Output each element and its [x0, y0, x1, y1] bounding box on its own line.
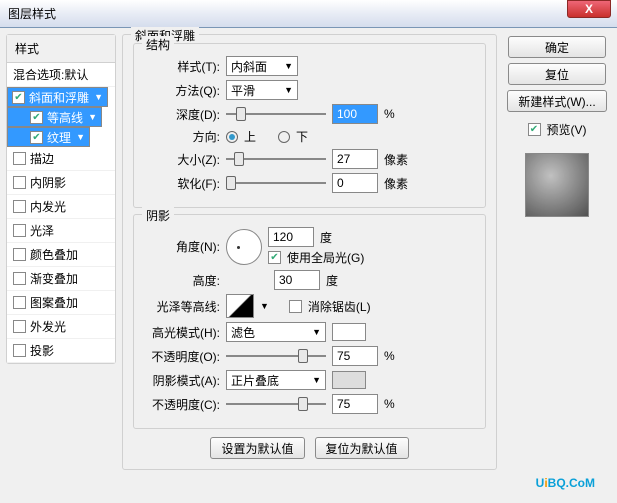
ok-button[interactable]: 确定 [508, 36, 606, 58]
direction-up-radio[interactable] [226, 131, 238, 143]
shading-group: 阴影 角度(N): 120度 ✔使用全局光(G) 高度:30度 光泽等高线:▼消… [133, 214, 486, 429]
bevel-group: 斜面和浮雕 结构 样式(T):内斜面 方法(Q):平滑 深度(D):100% 方… [122, 34, 497, 470]
highlight-opacity-label: 不透明度(O): [144, 348, 220, 365]
close-button[interactable]: X [567, 0, 611, 18]
new-style-button[interactable]: 新建样式(W)... [507, 90, 606, 112]
right-column: 确定 复位 新建样式(W)... ✔预览(V) [503, 34, 611, 497]
style-list: 样式 混合选项:默认 ✔斜面和浮雕 ✔等高线 ✔纹理 描边 内阴影 内发光 光泽… [6, 34, 116, 364]
sidebar-item-drop-shadow[interactable]: 投影 [7, 339, 115, 363]
make-default-button[interactable]: 设置为默认值 [210, 437, 304, 459]
settings-column: 斜面和浮雕 结构 样式(T):内斜面 方法(Q):平滑 深度(D):100% 方… [122, 34, 497, 497]
check-icon[interactable] [13, 248, 26, 261]
sidebar-item-contour[interactable]: ✔等高线 [7, 107, 102, 127]
check-icon[interactable] [13, 296, 26, 309]
preview-thumbnail [525, 153, 589, 217]
style-select[interactable]: 内斜面 [226, 56, 298, 76]
style-label: 样式(T): [144, 58, 220, 75]
structure-title: 结构 [142, 36, 174, 53]
highlight-opacity-input[interactable]: 75 [332, 346, 378, 366]
antialias-checkbox[interactable] [289, 300, 302, 313]
gloss-contour-picker[interactable] [226, 294, 254, 318]
shadow-opacity-slider[interactable] [226, 396, 326, 412]
dialog-body: 样式 混合选项:默认 ✔斜面和浮雕 ✔等高线 ✔纹理 描边 内阴影 内发光 光泽… [0, 28, 617, 503]
highlight-mode-select[interactable]: 滤色 [226, 322, 326, 342]
check-icon[interactable] [13, 344, 26, 357]
shadow-color-swatch[interactable] [332, 371, 366, 389]
shadow-opacity-label: 不透明度(C): [144, 396, 220, 413]
sidebar-item-inner-glow[interactable]: 内发光 [7, 195, 115, 219]
close-icon: X [585, 2, 593, 16]
check-icon[interactable]: ✔ [30, 131, 43, 144]
shadow-mode-select[interactable]: 正片叠底 [226, 370, 326, 390]
check-icon[interactable]: ✔ [12, 91, 25, 104]
structure-group: 结构 样式(T):内斜面 方法(Q):平滑 深度(D):100% 方向:上下 大… [133, 43, 486, 208]
size-input[interactable]: 27 [332, 149, 378, 169]
gloss-label: 光泽等高线: [144, 298, 220, 315]
altitude-label: 高度: [144, 272, 220, 289]
depth-label: 深度(D): [144, 106, 220, 123]
highlight-opacity-slider[interactable] [226, 348, 326, 364]
size-label: 大小(Z): [144, 151, 220, 168]
sidebar-item-inner-shadow[interactable]: 内阴影 [7, 171, 115, 195]
depth-slider[interactable] [226, 106, 326, 122]
style-list-header: 样式 [7, 35, 115, 63]
soften-label: 软化(F): [144, 175, 220, 192]
shadow-opacity-input[interactable]: 75 [332, 394, 378, 414]
blend-options-item[interactable]: 混合选项:默认 [7, 63, 115, 87]
reset-button[interactable]: 复位 [508, 63, 606, 85]
check-icon[interactable] [13, 176, 26, 189]
sidebar-item-gradient-overlay[interactable]: 渐变叠加 [7, 267, 115, 291]
soften-slider[interactable] [226, 175, 326, 191]
check-icon[interactable] [13, 200, 26, 213]
window-title: 图层样式 [8, 5, 567, 22]
sidebar-item-stroke[interactable]: 描边 [7, 147, 115, 171]
titlebar: 图层样式 X [0, 0, 617, 28]
direction-down-radio[interactable] [278, 131, 290, 143]
shading-title: 阴影 [142, 207, 174, 224]
sidebar-item-bevel[interactable]: ✔斜面和浮雕 [7, 87, 108, 107]
direction-label: 方向: [144, 128, 220, 145]
shadow-mode-label: 阴影模式(A): [144, 372, 220, 389]
check-icon[interactable] [13, 320, 26, 333]
sidebar-item-outer-glow[interactable]: 外发光 [7, 315, 115, 339]
highlight-mode-label: 高光模式(H): [144, 324, 220, 341]
angle-label: 角度(N): [144, 238, 220, 255]
global-light-checkbox[interactable]: ✔ [268, 251, 281, 264]
check-icon[interactable] [13, 224, 26, 237]
preview-checkbox[interactable]: ✔ [528, 123, 541, 136]
reset-default-button[interactable]: 复位为默认值 [315, 437, 409, 459]
sidebar-item-pattern-overlay[interactable]: 图案叠加 [7, 291, 115, 315]
sidebar-item-satin[interactable]: 光泽 [7, 219, 115, 243]
size-slider[interactable] [226, 151, 326, 167]
styles-column: 样式 混合选项:默认 ✔斜面和浮雕 ✔等高线 ✔纹理 描边 内阴影 内发光 光泽… [6, 34, 116, 497]
altitude-input[interactable]: 30 [274, 270, 320, 290]
sidebar-item-color-overlay[interactable]: 颜色叠加 [7, 243, 115, 267]
sidebar-item-texture[interactable]: ✔纹理 [7, 127, 90, 147]
soften-input[interactable]: 0 [332, 173, 378, 193]
angle-input[interactable]: 120 [268, 227, 314, 247]
depth-input[interactable]: 100 [332, 104, 378, 124]
highlight-color-swatch[interactable] [332, 323, 366, 341]
watermark: UiBQ.CoM [536, 470, 595, 493]
check-icon[interactable] [13, 152, 26, 165]
check-icon[interactable] [13, 272, 26, 285]
angle-widget[interactable] [226, 229, 262, 265]
technique-select[interactable]: 平滑 [226, 80, 298, 100]
technique-label: 方法(Q): [144, 82, 220, 99]
check-icon[interactable]: ✔ [30, 111, 43, 124]
